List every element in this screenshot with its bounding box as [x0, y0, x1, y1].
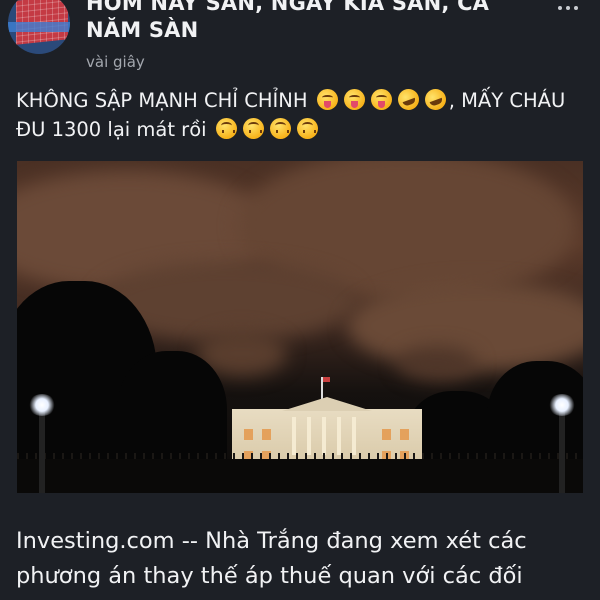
- zany-face-icon: [370, 89, 392, 110]
- upside-down-face-icon: [269, 118, 291, 139]
- more-dot: [566, 6, 570, 10]
- window: [244, 429, 253, 440]
- post-text-part1: KHÔNG SẬP MẠNH CHỈ CHỈNH: [16, 89, 308, 112]
- flag: [323, 377, 330, 382]
- more-dot: [558, 6, 562, 10]
- post-text: KHÔNG SẬP MẠNH CHỈ CHỈNH , MẤY CHÁU ĐU 1…: [16, 86, 591, 144]
- rofl-face-icon: [421, 86, 449, 113]
- avatar-strip: [8, 22, 70, 32]
- cloud: [397, 346, 477, 381]
- white-house-pediment: [282, 397, 372, 411]
- author-name[interactable]: HÔM NAY SÀN, NGÀY KIA SÀN, CẢ NĂM SÀN: [86, 0, 506, 44]
- window: [400, 429, 409, 440]
- zany-face-icon: [343, 89, 365, 110]
- upside-down-face-icon: [296, 118, 318, 139]
- lamp-post: [559, 406, 565, 493]
- more-dot: [574, 6, 578, 10]
- zany-face-icon: [316, 89, 338, 110]
- window: [382, 429, 391, 440]
- window: [262, 429, 271, 440]
- column: [352, 417, 356, 455]
- post-photo[interactable]: [17, 161, 583, 493]
- article-excerpt[interactable]: Investing.com -- Nhà Trắng đang xem xét …: [16, 524, 596, 594]
- column: [292, 417, 296, 455]
- rofl-face-icon: [394, 86, 422, 113]
- avatar[interactable]: [8, 0, 70, 54]
- column: [337, 417, 341, 455]
- ground: [17, 459, 583, 493]
- lamp-light: [548, 394, 576, 416]
- lamp-light: [28, 394, 56, 416]
- more-options-icon[interactable]: [548, 0, 588, 18]
- column: [322, 417, 326, 455]
- post-timestamp[interactable]: vài giây: [86, 53, 145, 71]
- lamp-post: [39, 406, 45, 493]
- upside-down-face-icon: [215, 118, 237, 139]
- upside-down-face-icon: [242, 118, 264, 139]
- column: [307, 417, 311, 455]
